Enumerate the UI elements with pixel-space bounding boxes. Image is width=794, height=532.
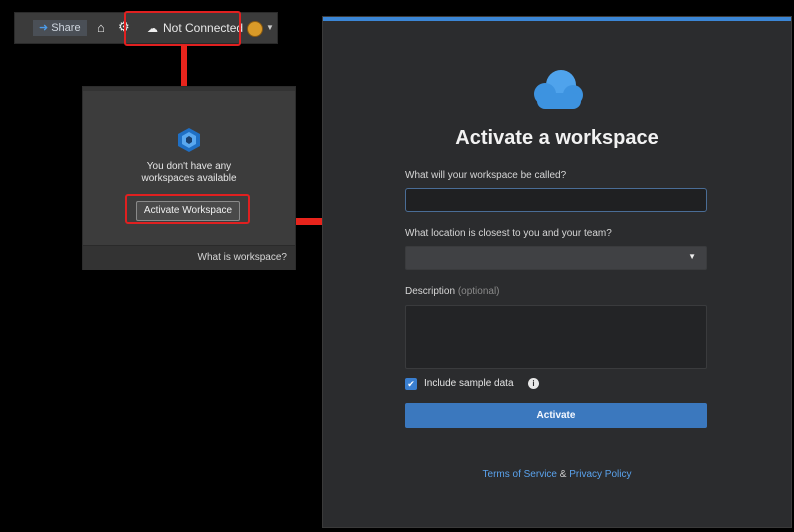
caret-down-icon[interactable]: ▼ (266, 23, 274, 32)
select-caret-icon: ▼ (688, 252, 696, 261)
workspace-popup: You don't have any workspaces available … (82, 86, 296, 270)
message-line-1: You don't have any (146, 161, 232, 172)
share-label: Share (51, 22, 81, 34)
dialog-title: Activate a workspace (455, 127, 659, 149)
activate-workspace-dialog: Activate a workspace What will your work… (322, 16, 792, 528)
workspace-name-input[interactable] (405, 188, 707, 212)
popup-header (83, 87, 295, 91)
activate-button[interactable]: Activate (405, 403, 707, 428)
location-select[interactable]: ▼ (405, 246, 707, 270)
highlight-box-activate (125, 194, 250, 224)
legal-links: Terms of Service & Privacy Policy (323, 469, 791, 480)
sample-data-label: Include sample data (424, 378, 514, 389)
dialog-accent-bar (323, 17, 791, 21)
workspace-logo-icon (178, 128, 200, 152)
workspace-name-label: What will your workspace be called? (405, 170, 567, 181)
description-label-text: Description (405, 286, 456, 297)
terms-of-service-link[interactable]: Terms of Service (483, 469, 557, 480)
empty-workspaces-message: You don't have any workspaces available (83, 161, 295, 185)
location-label: What location is closest to you and your… (405, 228, 612, 239)
ampersand: & (559, 469, 567, 480)
info-icon[interactable]: i (528, 378, 539, 389)
description-textarea[interactable] (405, 305, 707, 369)
description-label: Description (optional) (405, 286, 500, 297)
share-arrow-icon: ➜ (39, 22, 49, 34)
cloud-icon (534, 70, 583, 109)
optional-hint: (optional) (457, 286, 500, 297)
sample-data-checkbox[interactable]: ✔ (405, 378, 417, 390)
share-button[interactable]: ➜ Share (33, 20, 87, 36)
privacy-policy-link[interactable]: Privacy Policy (569, 469, 631, 480)
message-line-2: workspaces available (141, 173, 237, 184)
home-icon[interactable]: ⌂ (97, 21, 105, 35)
what-is-workspace-link[interactable]: What is workspace? (198, 252, 287, 263)
avatar[interactable] (247, 21, 263, 37)
popup-footer: What is workspace? (83, 245, 295, 270)
highlight-box-status (124, 11, 241, 46)
